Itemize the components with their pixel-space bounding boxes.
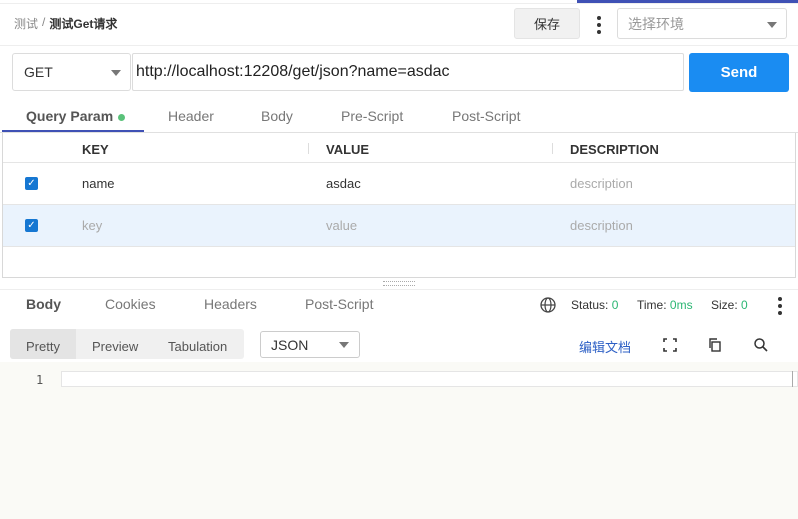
response-tab-post-script[interactable]: Post-Script — [305, 296, 373, 312]
status-value: 0 — [611, 298, 619, 312]
column-header-value: VALUE — [326, 142, 370, 157]
param-value-input[interactable]: value — [326, 218, 357, 233]
view-pretty[interactable]: Pretty — [26, 339, 60, 354]
table-row: ✓ key value description — [3, 205, 795, 247]
breadcrumb-parent[interactable]: 测试 — [14, 15, 38, 32]
environment-placeholder: 选择环境 — [628, 16, 684, 33]
column-resize-handle[interactable] — [308, 143, 309, 154]
param-value-input[interactable]: asdac — [326, 176, 361, 191]
chevron-down-icon — [767, 22, 777, 28]
status-label: Status: — [571, 298, 609, 312]
send-button[interactable]: Send — [689, 53, 789, 92]
response-tab-body[interactable]: Body — [26, 296, 61, 312]
url-input[interactable]: http://localhost:12208/get/json?name=asd… — [132, 53, 684, 91]
fullscreen-icon[interactable] — [662, 337, 678, 353]
globe-icon[interactable] — [540, 297, 556, 313]
save-button[interactable]: 保存 — [514, 8, 580, 39]
divider — [0, 45, 798, 46]
time-value: 0ms — [669, 298, 693, 312]
view-tabulation[interactable]: Tabulation — [168, 339, 227, 354]
response-more-icon[interactable] — [778, 297, 782, 315]
param-key-input[interactable]: key — [82, 218, 102, 233]
param-description-input[interactable]: description — [570, 218, 633, 233]
tab-pre-script[interactable]: Pre-Script — [341, 108, 403, 124]
query-param-table: KEY VALUE DESCRIPTION ✓ name asdac descr… — [2, 133, 796, 278]
status-readout: Status: 0 — [571, 298, 618, 312]
method-value: GET — [24, 64, 53, 80]
divider — [0, 3, 798, 4]
view-preview[interactable]: Preview — [92, 339, 138, 354]
divider — [0, 289, 798, 290]
time-label: Time: — [637, 298, 667, 312]
breadcrumb-separator: / — [42, 15, 46, 29]
active-code-line[interactable] — [61, 371, 798, 387]
chevron-down-icon — [339, 342, 349, 348]
size-value: 0 — [741, 298, 748, 312]
column-resize-handle[interactable] — [552, 143, 553, 154]
param-key-input[interactable]: name — [82, 176, 115, 191]
tab-label: Query Param — [26, 108, 114, 124]
table-header: KEY VALUE DESCRIPTION — [3, 133, 795, 163]
resize-grip-icon[interactable] — [383, 281, 415, 286]
search-icon[interactable] — [753, 337, 769, 353]
response-tab-headers[interactable]: Headers — [204, 296, 257, 312]
breadcrumb: 测试 / 测试Get请求 — [14, 15, 117, 32]
param-description-input[interactable]: description — [570, 176, 633, 191]
more-menu-icon[interactable] — [597, 16, 601, 34]
format-select[interactable]: JSON — [260, 331, 360, 358]
breadcrumb-current: 测试Get请求 — [49, 17, 118, 31]
tab-header[interactable]: Header — [168, 108, 214, 124]
size-readout: Size: 0 — [711, 298, 748, 312]
tab-post-script[interactable]: Post-Script — [452, 108, 520, 124]
column-header-description: DESCRIPTION — [570, 142, 659, 157]
row-checkbox[interactable]: ✓ — [25, 177, 38, 190]
edit-document-link[interactable]: 编辑文档 — [579, 337, 631, 356]
response-tab-cookies[interactable]: Cookies — [105, 296, 156, 312]
scrollbar[interactable] — [792, 371, 796, 387]
environment-select[interactable]: 选择环境 — [617, 8, 787, 39]
url-value: http://localhost:12208/get/json?name=asd… — [136, 63, 450, 80]
size-label: Size: — [711, 298, 738, 312]
chevron-down-icon — [111, 70, 121, 76]
table-row: ✓ name asdac description — [3, 163, 795, 205]
tab-query-param[interactable]: Query Param — [26, 108, 126, 124]
view-mode-switcher: Pretty Preview Tabulation — [10, 329, 244, 359]
row-checkbox[interactable]: ✓ — [25, 219, 38, 232]
copy-icon[interactable] — [707, 337, 723, 353]
time-readout: Time: 0ms — [637, 298, 693, 312]
modified-dot-icon — [118, 113, 126, 121]
format-value: JSON — [271, 336, 309, 353]
line-number: 1 — [36, 373, 44, 387]
method-select[interactable]: GET — [12, 53, 131, 91]
column-header-key: KEY — [82, 142, 109, 157]
tab-body[interactable]: Body — [261, 108, 293, 124]
